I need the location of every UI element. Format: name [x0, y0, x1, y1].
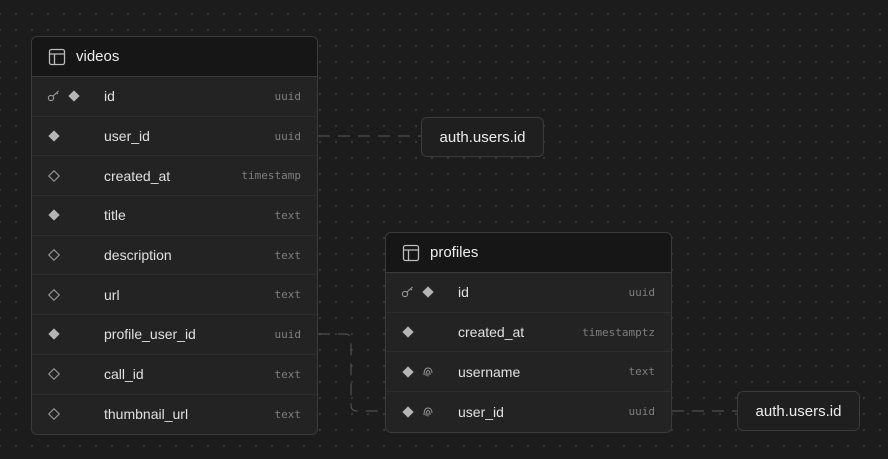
column-name: user_id — [104, 128, 150, 145]
non-nullable-icon — [46, 326, 62, 342]
column-type: uuid — [274, 327, 302, 341]
schema-canvas[interactable]: videos id uuid user_id uuid created_at t… — [0, 0, 888, 459]
table-header[interactable]: videos — [32, 37, 317, 77]
column-icons — [32, 366, 104, 382]
column-name: id — [104, 88, 115, 105]
column-type: timestamp — [241, 169, 301, 183]
column-row[interactable]: profile_user_id uuid — [32, 315, 317, 355]
fingerprint-icon — [420, 364, 436, 380]
non-nullable-icon — [46, 128, 62, 144]
non-nullable-icon — [400, 404, 416, 420]
column-icons — [32, 168, 104, 184]
column-name: thumbnail_url — [104, 406, 189, 423]
column-type: text — [274, 208, 302, 222]
column-icons — [32, 287, 104, 303]
column-name: username — [458, 363, 521, 380]
nullable-icon — [46, 168, 62, 184]
table-title: videos — [76, 48, 120, 65]
non-nullable-icon — [420, 284, 436, 300]
column-type: text — [274, 288, 302, 302]
table-title: profiles — [430, 244, 479, 261]
nullable-icon — [46, 406, 62, 422]
column-icons — [32, 406, 104, 422]
column-icons — [32, 326, 104, 342]
reference-label: auth.users.id — [755, 402, 842, 420]
table-icon — [48, 48, 66, 66]
column-name: title — [104, 207, 126, 224]
column-type: text — [628, 365, 656, 379]
column-type: uuid — [274, 129, 302, 143]
table-profiles[interactable]: profiles id uuid created_at timestamptz — [385, 232, 672, 433]
column-name: created_at — [458, 324, 525, 341]
column-name: url — [104, 286, 120, 303]
column-row[interactable]: call_id text — [32, 355, 317, 395]
column-row[interactable]: user_id uuid — [386, 392, 671, 432]
column-row[interactable]: url text — [32, 275, 317, 316]
nullable-icon — [46, 366, 62, 382]
non-nullable-icon — [400, 324, 416, 340]
column-row[interactable]: id uuid — [386, 273, 671, 313]
column-name: profile_user_id — [104, 326, 196, 343]
column-icons — [32, 247, 104, 263]
column-row[interactable]: created_at timestamptz — [386, 313, 671, 353]
column-type: text — [274, 367, 302, 381]
column-icons — [32, 207, 104, 223]
column-type: uuid — [628, 405, 656, 419]
column-row[interactable]: username text — [386, 352, 671, 393]
column-name: call_id — [104, 366, 144, 383]
column-list: id uuid created_at timestamptz username … — [386, 273, 671, 432]
column-icons — [386, 284, 458, 300]
non-nullable-icon — [66, 88, 82, 104]
edge-profile-user-id-to-profiles — [318, 333, 386, 412]
column-type: text — [274, 248, 302, 262]
column-name: created_at — [104, 167, 171, 184]
column-row[interactable]: title text — [32, 196, 317, 236]
reference-label: auth.users.id — [439, 128, 526, 146]
column-row[interactable]: id uuid — [32, 77, 317, 117]
key-icon — [400, 284, 416, 300]
column-type: timestamptz — [582, 325, 655, 339]
column-icons — [386, 364, 458, 380]
table-videos[interactable]: videos id uuid user_id uuid created_at t… — [31, 36, 318, 436]
column-name: description — [104, 247, 172, 264]
reference-auth-users-id[interactable]: auth.users.id — [421, 117, 544, 157]
column-type: uuid — [628, 285, 656, 299]
column-row[interactable]: description text — [32, 236, 317, 276]
column-icons — [386, 404, 458, 420]
column-icons — [32, 128, 104, 144]
table-header[interactable]: profiles — [386, 233, 671, 273]
column-type: uuid — [274, 89, 302, 103]
column-row[interactable]: thumbnail_url text — [32, 395, 317, 435]
column-icons — [32, 88, 104, 104]
non-nullable-icon — [400, 364, 416, 380]
column-name: id — [458, 284, 469, 301]
column-icons — [386, 324, 458, 340]
fingerprint-icon — [420, 404, 436, 420]
column-list: id uuid user_id uuid created_at timestam… — [32, 77, 317, 434]
column-name: user_id — [458, 403, 504, 420]
nullable-icon — [46, 247, 62, 263]
reference-auth-users-id[interactable]: auth.users.id — [737, 391, 860, 431]
nullable-icon — [46, 287, 62, 303]
key-icon — [46, 88, 62, 104]
column-row[interactable]: created_at timestamp — [32, 156, 317, 197]
column-type: text — [274, 407, 302, 421]
non-nullable-icon — [46, 207, 62, 223]
column-row[interactable]: user_id uuid — [32, 117, 317, 157]
table-icon — [402, 244, 420, 262]
